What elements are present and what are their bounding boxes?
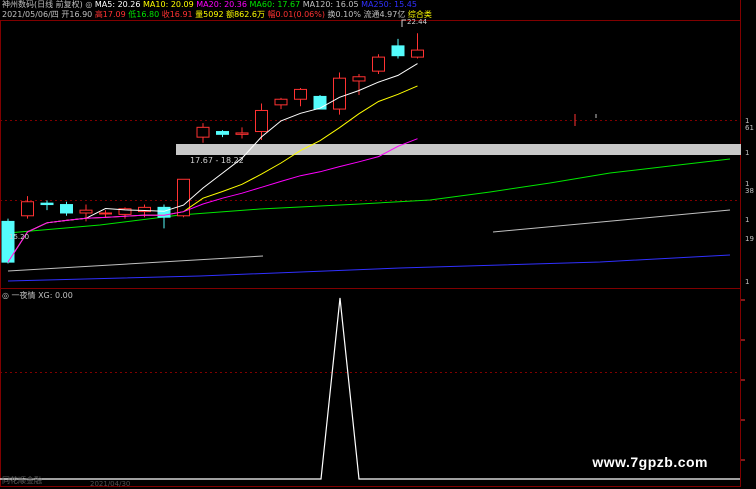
high-price-arrow	[401, 19, 406, 27]
quote-change: 幅0.01(0.06%)	[267, 10, 325, 19]
candle-body[interactable]	[313, 95, 327, 110]
candle-body[interactable]	[411, 49, 424, 58]
axis-tick: 19	[745, 235, 754, 243]
axis-tick: 1	[745, 216, 749, 224]
quote-close: 收16.91	[161, 10, 193, 19]
quote-float: 流通4.97亿	[363, 10, 406, 19]
candle-body[interactable]	[99, 212, 112, 215]
ma120-line-right	[492, 209, 731, 233]
indicator-value: XG: 0.00	[38, 291, 73, 300]
ma60-value: MA60: 17.67	[249, 0, 301, 9]
quote-date: 2021/05/06/四	[2, 10, 59, 19]
candle-body[interactable]	[333, 77, 346, 110]
ma120-value: MA120: 16.05	[302, 0, 359, 9]
candle-body[interactable]	[60, 204, 73, 214]
indicator-settings-icon[interactable]: ◎	[2, 291, 9, 300]
candle-body[interactable]	[294, 88, 307, 100]
ma10-line	[7, 85, 418, 263]
indicator-title[interactable]: 一夜情	[12, 291, 36, 300]
ma10-value: MA10: 20.09	[143, 0, 194, 9]
candle-body[interactable]	[372, 56, 385, 72]
candle-body[interactable]	[196, 126, 210, 138]
candle-body[interactable]	[40, 202, 54, 206]
quote-low: 低16.80	[128, 10, 160, 19]
settings-icon[interactable]: ◎	[85, 0, 92, 9]
quote-amount: 额862.6万	[226, 10, 265, 19]
signal-line	[0, 297, 740, 480]
stock-chart[interactable]: 17.67 - 18.22 22.44 15.20 1 61 1 1 38 1 …	[0, 0, 756, 487]
right-axis: 1 61 1 1 38 1 19 1	[745, 117, 754, 286]
candle-body[interactable]	[21, 201, 34, 217]
axis-tick: 1	[745, 278, 749, 286]
ma5-value: MA5: 20.26	[94, 0, 141, 9]
candle-body[interactable]	[391, 45, 405, 57]
quote-volume: 量5092	[195, 10, 224, 19]
quote-industry: 综合类	[407, 10, 432, 19]
candle-body[interactable]	[235, 132, 249, 135]
candle-body[interactable]	[216, 131, 229, 135]
candle-body[interactable]	[79, 209, 93, 214]
low-price-label: 15.20	[9, 233, 29, 241]
candle-body[interactable]	[274, 98, 288, 106]
lower-axis-ticks	[741, 299, 745, 461]
ma-legend: 神州数码(日线 前复权) ◎ MA5: 20.26 MA10: 20.09 MA…	[2, 0, 417, 10]
bottom-date: 2021/04/30	[90, 480, 131, 488]
ma60-line	[7, 158, 731, 234]
quote-turnover: 换0.10%	[327, 10, 361, 19]
ma250-line	[7, 254, 731, 282]
candle-body[interactable]	[352, 76, 366, 82]
ma20-value: MA20: 20.36	[196, 0, 247, 9]
indicator-legend: ◎ 一夜情 XG: 0.00	[2, 291, 73, 301]
gap-band	[176, 144, 741, 155]
quote-bar: 2021/05/06/四 开16.90 高17.09 低16.80 收16.91…	[2, 10, 432, 20]
gap-range-label: 17.67 - 18.22	[190, 156, 244, 165]
axis-tick: 38	[745, 187, 754, 195]
grid	[0, 0, 741, 487]
ma120-line	[7, 255, 264, 272]
quote-high: 高17.09	[94, 10, 126, 19]
site-watermark: www.7gpzb.com	[592, 454, 708, 470]
axis-tick: 1	[745, 149, 749, 157]
axis-tick: 61	[745, 124, 754, 132]
bottom-left-text: 同花顺金融	[2, 476, 42, 485]
stock-name[interactable]: 神州数码(日线 前复权)	[2, 0, 83, 9]
candle-body[interactable]	[255, 109, 268, 133]
quote-open: 开16.90	[61, 10, 93, 19]
ma250-value: MA250: 15.45	[361, 0, 417, 9]
